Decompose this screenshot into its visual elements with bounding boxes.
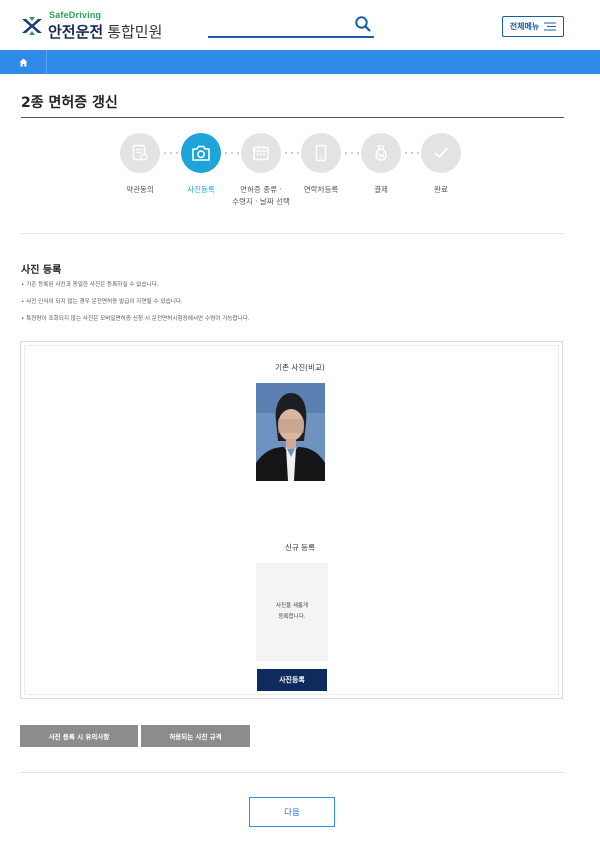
- logo-mark-icon: [20, 15, 44, 37]
- step-2-circle: [181, 133, 221, 173]
- step-6-label: 완료: [434, 185, 448, 194]
- all-menu-button[interactable]: 전체메뉴: [502, 16, 564, 37]
- logo-korean-main: 안전운전: [48, 23, 104, 41]
- logo-english: SafeDriving: [49, 10, 102, 20]
- logo-korean-sub: 통합민원: [107, 23, 163, 41]
- all-menu-label: 전체메뉴: [509, 22, 540, 31]
- section-divider: [21, 233, 564, 234]
- hamburger-icon: [544, 22, 557, 31]
- notice-item: • 특정량이 조회되지 않는 사진은 모바일면허증 신청 시 운전면허시험장에서…: [21, 316, 250, 322]
- footer-divider: [21, 772, 564, 773]
- next-button[interactable]: 다음: [249, 797, 335, 827]
- calendar-icon: [253, 145, 269, 161]
- notice-item: • 사진 인식이 되지 않는 경우 운전면허증 발급이 지연될 수 있습니다.: [21, 299, 183, 305]
- camera-icon: [192, 145, 210, 161]
- new-photo-dropzone[interactable]: 사진을 새롭게 등록합니다.: [256, 563, 328, 661]
- breadcrumb-bar: [0, 50, 600, 74]
- step-6-circle: [421, 133, 461, 173]
- check-icon: [434, 148, 448, 158]
- new-photo-placeholder: 사진을 새롭게 등록합니다.: [275, 603, 309, 620]
- logo-korean: 안전운전 통합민원: [48, 21, 162, 42]
- search-bar: [208, 14, 374, 38]
- search-icon[interactable]: [354, 15, 372, 33]
- step-4-circle: [301, 133, 341, 173]
- step-1-circle: [120, 133, 160, 173]
- step-connector: [164, 152, 178, 154]
- new-photo-label: 신규 등록: [285, 543, 315, 552]
- step-connector: [405, 152, 419, 154]
- existing-photo: [256, 383, 325, 481]
- phone-icon: [315, 144, 327, 162]
- existing-photo-label: 기존 사진(비교): [275, 363, 325, 372]
- step-3-circle: [241, 133, 281, 173]
- person-photo-icon: [256, 383, 325, 481]
- step-connector: [225, 152, 239, 154]
- title-divider: [21, 117, 564, 118]
- photo-rules-button[interactable]: 허용되는 사진 규격: [141, 725, 250, 747]
- document-check-icon: [132, 144, 148, 161]
- step-connector: [345, 152, 359, 154]
- site-header: SafeDriving 안전운전 통합민원 전체메뉴: [0, 0, 600, 50]
- money-bag-icon: [375, 145, 387, 161]
- home-icon: [19, 58, 27, 66]
- notice-list: • 기존 등록된 사진과 동일한 사진은 등록하실 수 없습니다. • 사진 인…: [21, 281, 566, 332]
- step-connector: [285, 152, 299, 154]
- section-title: 사진 등록: [21, 265, 62, 276]
- progress-steps: 약관동의 사진등록 면허증 종류 · 수령지 · 날짜 선택 연락처등록 결제 …: [0, 133, 600, 223]
- home-button[interactable]: [0, 50, 47, 74]
- photo-notice-button[interactable]: 사진 등록 시 유의사항: [20, 725, 138, 747]
- site-logo[interactable]: SafeDriving 안전운전 통합민원: [20, 10, 162, 41]
- search-input[interactable]: [208, 14, 348, 34]
- step-5-circle: [361, 133, 401, 173]
- page-title: 2종 면허증 갱신: [21, 95, 118, 111]
- notice-item: • 기존 등록된 사진과 동일한 사진은 등록하실 수 없습니다.: [21, 282, 159, 288]
- photo-register-button[interactable]: 사진등록: [257, 669, 327, 691]
